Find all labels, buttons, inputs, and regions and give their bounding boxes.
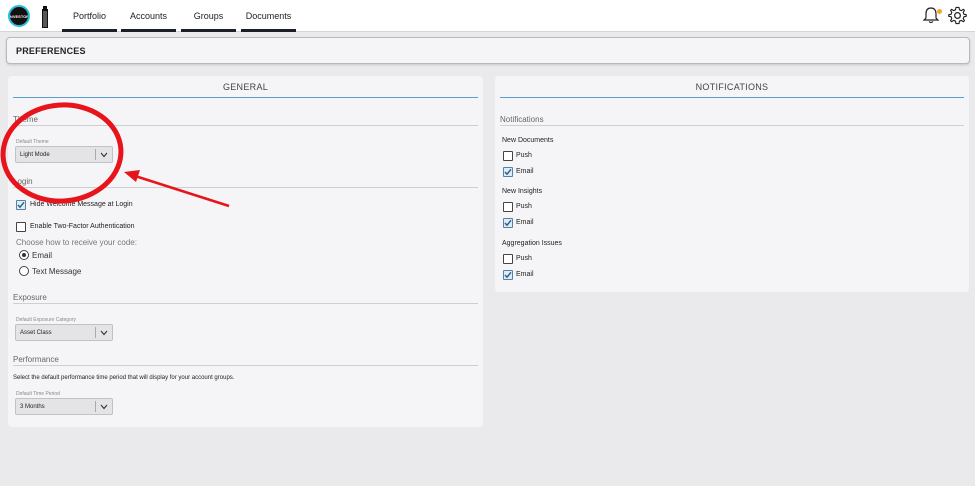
new-documents-label: New Documents [502,137,554,144]
default-theme-label: Default Theme [16,139,49,145]
logo-text: INVESTOR [8,13,30,19]
new-insights-email-checkbox[interactable] [503,218,513,228]
default-exposure-label: Default Exposure Category [16,317,77,323]
new-insights-label: New Insights [502,188,543,195]
aggregation-issues-email-checkbox[interactable] [503,270,513,280]
receive-code-prompt: Choose how to receive your code: [16,238,137,247]
login-section-label: Login [13,177,33,186]
chevron-down-icon [100,404,108,410]
radio-text-message-label: Text Message [32,267,82,276]
radio-email[interactable] [19,250,29,260]
exposure-select-value: Asset Class [20,329,52,336]
theme-select-value: Light Mode [20,151,50,158]
exposure-section-label: Exposure [13,293,47,302]
chevron-down-icon [100,330,108,336]
general-title: GENERAL [222,82,269,92]
theme-section-label: Theme [13,115,38,124]
tab-label: Groups [193,11,224,21]
push-label: Push [516,255,532,262]
email-label: Email [516,168,534,175]
push-label: Push [516,203,532,210]
chevron-down-icon [100,152,108,158]
tab-portfolio[interactable]: Portfolio [62,0,117,32]
performance-description: Select the default performance time peri… [13,375,235,381]
notifications-section-label: Notifications [500,115,544,124]
select-divider [95,401,96,412]
tab-accounts[interactable]: Accounts [121,0,176,32]
radio-email-label: Email [32,251,53,260]
page-title: PREFERENCES [6,37,970,64]
notifications-title: NOTIFICATIONS [695,82,769,92]
check-icon [504,219,512,227]
new-insights-push-checkbox[interactable] [503,202,513,212]
time-period-select[interactable]: 3 Months [15,398,113,415]
top-nav-bar: INVESTOR Portfolio Accounts Groups Docum… [0,0,975,32]
page-title-text: PREFERENCES [16,45,86,56]
hide-welcome-checkbox[interactable] [16,200,26,210]
new-documents-email-checkbox[interactable] [503,167,513,177]
notifications-title-underline [500,97,964,98]
check-icon [504,271,512,279]
general-title-underline [13,97,478,98]
email-label: Email [516,271,534,278]
divider [13,125,478,126]
tab-groups[interactable]: Groups [181,0,236,32]
tab-label: Documents [245,11,292,21]
default-time-period-label: Default Time Period [16,391,60,397]
logo-icon[interactable]: INVESTOR [8,5,30,27]
tower-icon [42,6,48,28]
email-label: Email [516,219,534,226]
two-factor-checkbox[interactable] [16,222,26,232]
new-documents-push-checkbox[interactable] [503,151,513,161]
select-divider [95,327,96,338]
tab-label: Portfolio [72,11,107,21]
aggregation-issues-push-checkbox[interactable] [503,254,513,264]
two-factor-label: Enable Two-Factor Authentication [30,223,135,230]
hide-welcome-label: Hide Welcome Message at Login [30,201,133,208]
check-icon [504,168,512,176]
radio-text-message[interactable] [19,266,29,276]
performance-section-label: Performance [13,355,59,364]
select-divider [95,149,96,160]
divider [500,125,964,126]
time-period-select-value: 3 Months [20,403,45,410]
notification-dot [937,9,942,14]
tab-label: Accounts [129,11,168,21]
divider [13,303,478,304]
push-label: Push [516,152,532,159]
check-icon [17,201,25,209]
divider [13,187,478,188]
notifications-panel [495,76,969,292]
gear-icon[interactable] [948,6,967,25]
theme-select[interactable]: Light Mode [15,146,113,163]
tab-documents[interactable]: Documents [241,0,296,32]
divider [13,365,478,366]
exposure-select[interactable]: Asset Class [15,324,113,341]
aggregation-issues-label: Aggregation Issues [502,240,562,247]
